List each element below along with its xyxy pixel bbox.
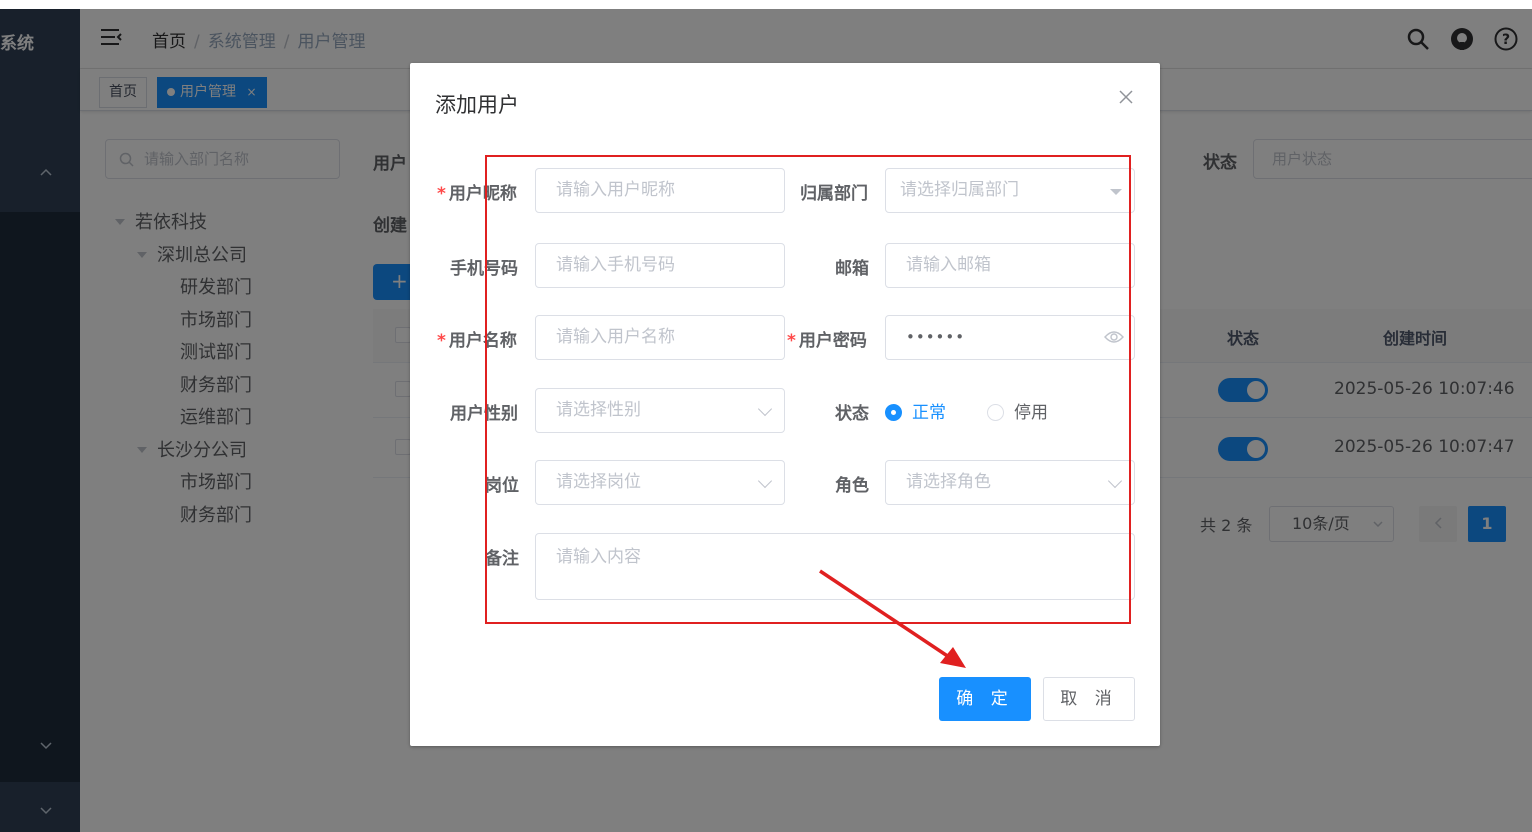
annotation-arrow-icon (819, 569, 966, 668)
